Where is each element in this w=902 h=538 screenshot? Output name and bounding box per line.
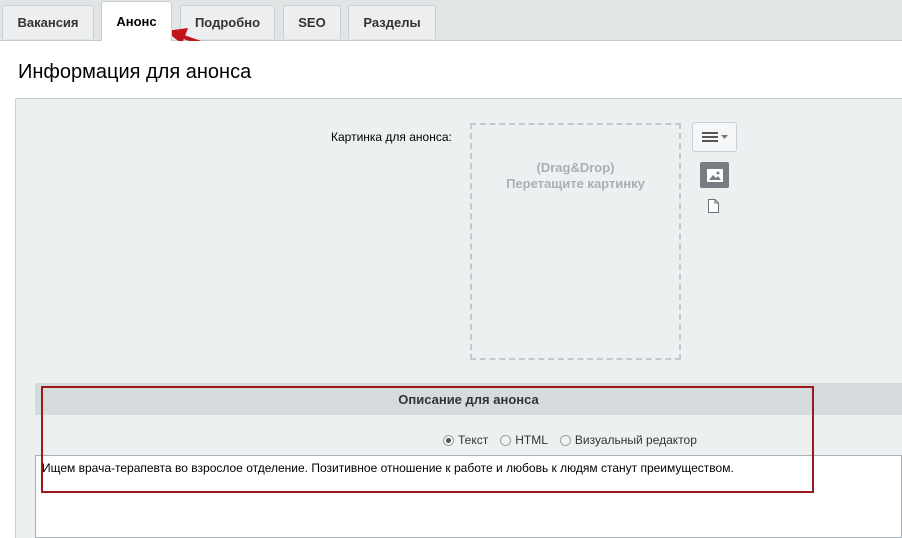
mode-text-label: Текст [458,433,489,447]
chevron-down-icon [720,135,728,139]
menu-icon [701,132,718,142]
preview-picture-label: Картинка для анонса: [331,130,452,144]
tab-vacancy[interactable]: Вакансия [2,5,94,39]
mode-html-option[interactable]: HTML [500,433,548,447]
mode-text-radio[interactable] [443,434,454,446]
file-mode-button[interactable] [708,199,719,218]
image-mode-button[interactable] [700,162,729,188]
description-textarea[interactable]: Ищем врача-терапевта во взрослое отделен… [35,455,902,538]
tab-bar: Вакансия Анонс Подробно SEO Разделы [0,0,902,41]
upload-menu-button[interactable] [692,122,737,152]
mode-html-label: HTML [515,433,548,447]
mode-html-radio[interactable] [500,434,512,446]
mode-visual-option[interactable]: Визуальный редактор [559,433,697,447]
tab-anons[interactable]: Анонс [101,1,172,41]
mode-visual-radio[interactable] [559,434,571,446]
mode-text-option[interactable]: Текст [443,433,488,447]
section-title: Информация для анонса [18,61,252,83]
tab-sections[interactable]: Разделы [348,5,436,39]
text-mode-switch: Текст HTML Визуальный редактор [443,433,709,447]
description-header: Описание для анонса [35,383,902,415]
file-icon [708,199,719,213]
image-icon [706,168,723,182]
dropzone-instruction: Перетащите картинку [506,176,645,191]
tab-seo[interactable]: SEO [283,5,341,39]
mode-visual-label: Визуальный редактор [574,433,697,447]
dropzone-hint: (Drag&Drop) [536,160,615,175]
image-dropzone[interactable]: (Drag&Drop) Перетащите картинку [470,123,681,360]
tab-details[interactable]: Подробно [180,5,275,39]
